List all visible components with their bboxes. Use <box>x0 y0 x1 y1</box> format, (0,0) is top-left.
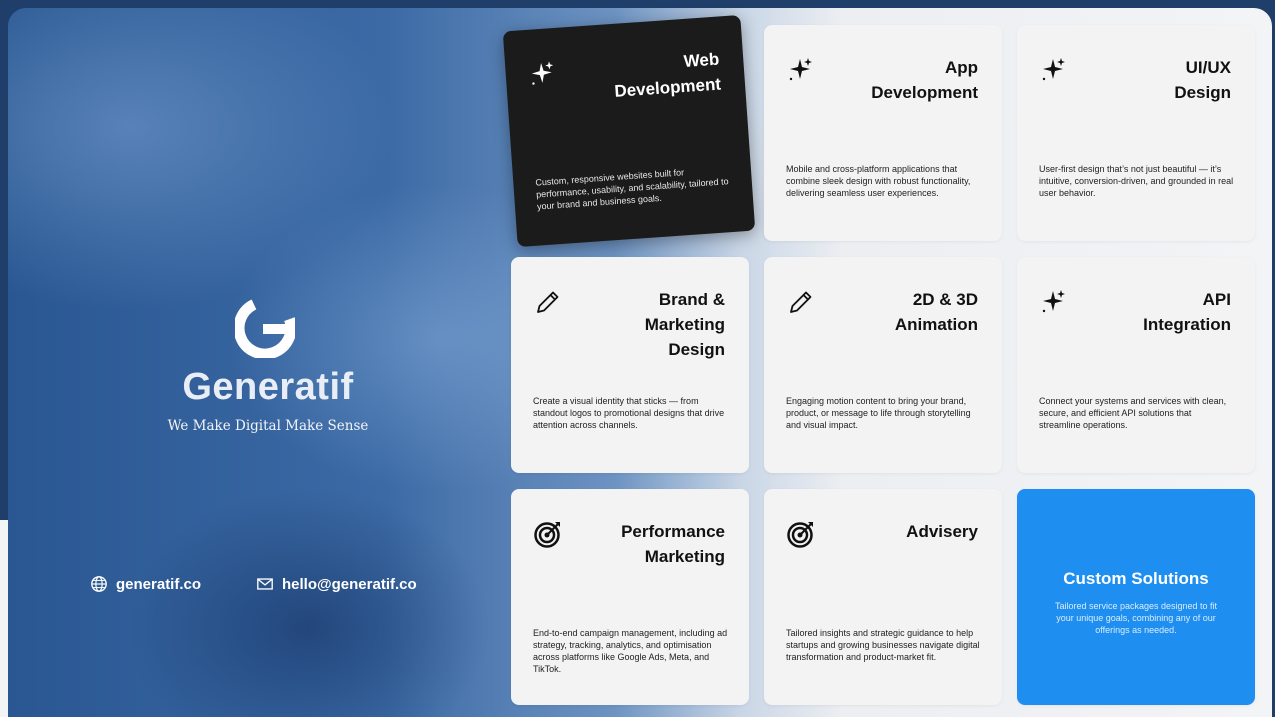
service-description: Tailored insights and strategic guidance… <box>786 628 980 662</box>
service-title: API Integration <box>1143 290 1231 334</box>
service-description: End-to-end campaign management, includin… <box>533 628 728 674</box>
background-edge <box>0 520 8 717</box>
globe-icon <box>91 576 107 592</box>
service-title: UI/UX Design <box>1174 58 1231 102</box>
pencil-icon <box>537 291 559 313</box>
email-link[interactable]: hello@generatif.co <box>256 575 417 593</box>
service-title: Performance Marketing <box>621 522 725 566</box>
service-title: Brand & Marketing Design <box>644 290 725 359</box>
generatif-logo-icon <box>235 298 295 358</box>
sparkle-icon <box>531 61 554 85</box>
service-description: User-first design that’s not just beauti… <box>1039 164 1234 198</box>
sparkle-icon <box>1042 58 1065 81</box>
service-card-brand-marketing-design[interactable]: Brand & Marketing Design Create a visual i… <box>511 257 749 473</box>
mail-icon <box>257 578 273 590</box>
service-card-api-integration[interactable]: API Integration Connect your systems and … <box>1017 257 1255 473</box>
service-card-2d-3d-animation[interactable]: 2D & 3D Animation Engaging motion content… <box>764 257 1002 473</box>
sparkle-icon <box>1042 290 1065 313</box>
service-description: Mobile and cross-platform applications t… <box>786 164 971 198</box>
brand-panel: Generatif We Make Digital Make Sense gen… <box>8 8 528 717</box>
service-card-web-development[interactable]: Web Development Custom, responsive websit… <box>502 14 756 248</box>
service-description: Tailored service packages designed to fi… <box>1054 601 1218 635</box>
pencil-icon <box>790 291 812 313</box>
service-card-advisery[interactable]: Advisery Tailored insights and strategic… <box>764 489 1002 705</box>
sparkle-icon <box>789 58 812 81</box>
website-link[interactable]: generatif.co <box>90 575 201 593</box>
service-card-app-development[interactable]: App Development Mobile and cross-platform… <box>764 25 1002 241</box>
service-title: App Development <box>871 58 978 102</box>
website-text: generatif.co <box>116 575 202 593</box>
service-card-custom-solutions[interactable]: Custom Solutions Tailored service packag… <box>1017 489 1255 705</box>
email-text: hello@generatif.co <box>282 575 417 593</box>
service-description: Create a visual identity that sticks — f… <box>533 396 725 430</box>
brand-tagline: We Make Digital Make Sense <box>167 418 369 434</box>
service-title: Custom Solutions <box>1063 569 1209 588</box>
service-title: Advisery <box>906 522 978 541</box>
target-icon <box>787 522 813 548</box>
service-card-ui-ux-design[interactable]: UI/UX Design User-first design that’s not… <box>1017 25 1255 241</box>
service-description: Connect your systems and services with c… <box>1039 396 1227 430</box>
service-title: 2D & 3D Animation <box>894 290 978 334</box>
service-description: Engaging motion content to bring your br… <box>786 396 971 430</box>
service-description: Custom, responsive websites built for pe… <box>535 167 729 212</box>
target-icon <box>534 522 560 548</box>
service-title: Web Development <box>613 49 722 101</box>
brand-name: Generatif <box>182 366 354 408</box>
service-card-performance-marketing[interactable]: Performance Marketing End-to-end campaign… <box>511 489 749 705</box>
